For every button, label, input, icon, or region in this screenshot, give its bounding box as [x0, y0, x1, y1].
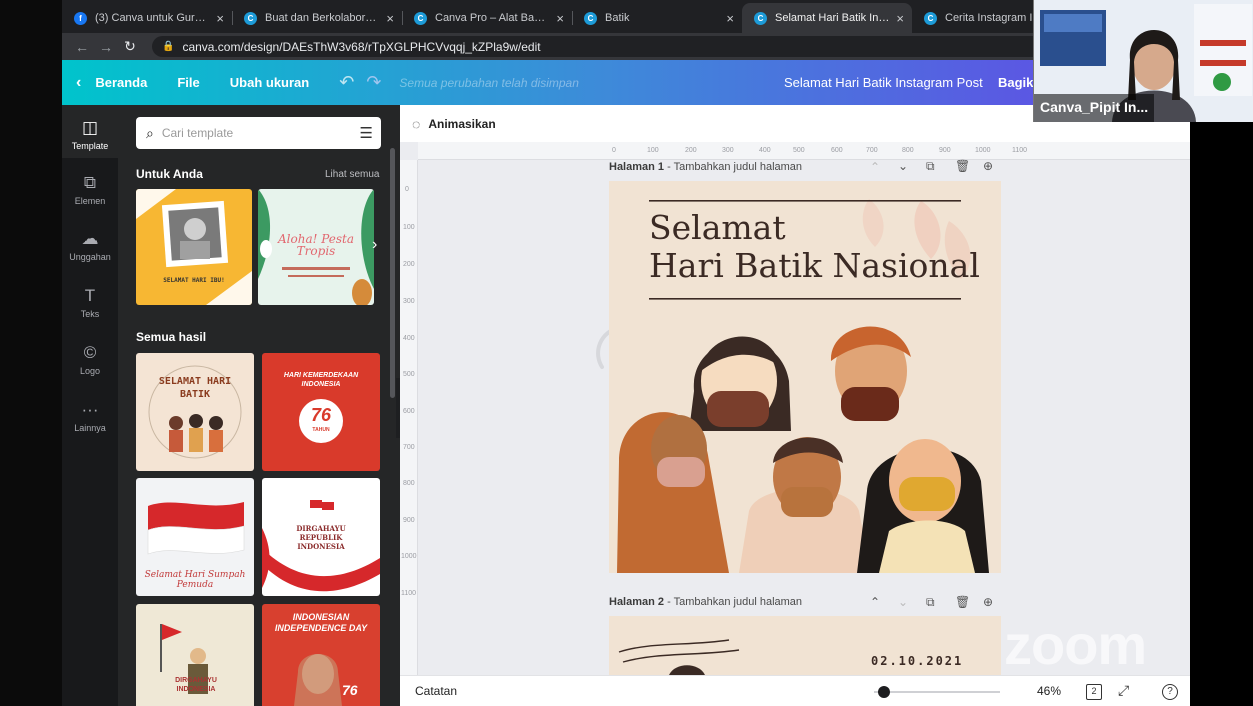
close-icon[interactable]: × — [896, 11, 904, 26]
chevron-left-icon[interactable]: ‹ — [76, 74, 81, 92]
chevron-down-icon[interactable]: ⌄ — [898, 595, 908, 609]
url-field[interactable]: 🔒 canva.com/design/DAEsThW3v68/rTpXGLPHC… — [152, 36, 1052, 57]
section-title-all-results: Semua hasil — [136, 330, 207, 344]
facebook-icon: f — [74, 11, 87, 25]
design-page-2[interactable]: 02.10.2021 — [609, 616, 1001, 675]
template-panel: ⌕ ☰ Untuk Anda Lihat semua SELAMAT HARI … — [118, 105, 400, 706]
forward-arrow-icon[interactable]: → — [94, 39, 118, 55]
vertical-ruler: 0 100 200 300 400 500 600 700 800 900 10… — [400, 160, 418, 675]
lock-icon: 🔒 — [162, 41, 175, 52]
zoom-level[interactable]: 46% — [1037, 684, 1061, 698]
right-black-strip — [1190, 105, 1253, 706]
rail-item-uploads[interactable]: ☁ Unggahan — [62, 229, 118, 262]
animate-icon: ◌ — [412, 115, 421, 132]
resize-button[interactable]: Ubah ukuran — [222, 69, 317, 96]
rail-item-more[interactable]: ··· Lainnya — [62, 400, 118, 433]
template-thumbnail[interactable]: INDONESIAN INDEPENDENCE DAY 76 — [262, 604, 380, 706]
browser-tab-active[interactable]: CSelamat Hari Batik Instagra× — [742, 3, 912, 33]
rail-item-logo[interactable]: © Logo — [62, 343, 118, 376]
search-icon: ⌕ — [146, 124, 154, 141]
notes-button[interactable]: Catatan — [415, 684, 457, 698]
see-all-link[interactable]: Lihat semua — [325, 169, 379, 180]
home-button[interactable]: Beranda — [87, 69, 155, 96]
webcam-overlay: Canva_Pipit In... — [1033, 0, 1253, 122]
back-arrow-icon[interactable]: ← — [70, 39, 94, 55]
duplicate-page-icon[interactable]: ⧉ — [926, 595, 935, 610]
save-status: Semua perubahan telah disimpan — [399, 75, 579, 90]
browser-tab[interactable]: f(3) Canva untuk Guru Indo× — [62, 3, 232, 33]
page-2-label[interactable]: Halaman 2 - Tambahkan judul halaman — [609, 596, 802, 608]
page-1-label[interactable]: Halaman 1 - Tambahkan judul halaman — [609, 161, 802, 173]
redo-icon[interactable]: ↷ — [366, 72, 381, 93]
add-page-icon[interactable]: ⊕ — [983, 159, 993, 173]
canva-icon: C — [754, 11, 767, 25]
add-page-icon[interactable]: ⊕ — [983, 595, 993, 609]
chevron-right-icon[interactable]: › — [372, 236, 377, 254]
horizontal-ruler: 0 100 200 300 400 500 600 700 800 900 10… — [418, 142, 1190, 160]
canva-icon: C — [244, 11, 257, 25]
logo-icon: © — [83, 343, 97, 362]
template-thumbnail[interactable]: DIRGAHAYU REPUBLIK INDONESIA — [262, 478, 380, 596]
search-input[interactable] — [161, 126, 332, 140]
page-count-button[interactable]: 2 — [1086, 684, 1102, 700]
browser-tab[interactable]: CCanva Pro – Alat Bantu Des× — [402, 3, 572, 33]
duplicate-page-icon[interactable]: ⧉ — [926, 159, 935, 174]
text-icon: T — [84, 286, 96, 305]
more-icon: ··· — [81, 400, 99, 419]
chevron-down-icon[interactable]: ⌄ — [898, 159, 908, 173]
undo-icon[interactable]: ↶ — [339, 72, 354, 93]
section-title-for-you: Untuk Anda — [136, 167, 203, 181]
zoom-slider[interactable] — [874, 691, 1000, 693]
template-search[interactable]: ⌕ ☰ — [136, 117, 381, 149]
close-icon[interactable]: × — [556, 11, 564, 26]
delete-page-icon[interactable]: 🗑 — [955, 595, 970, 609]
close-icon[interactable]: × — [386, 11, 394, 26]
reload-icon[interactable]: ↻ — [118, 38, 142, 55]
rail-item-template[interactable]: ◫ Template — [62, 105, 118, 158]
participant-name: Canva_Pipit In... — [1034, 94, 1155, 122]
file-menu-button[interactable]: File — [169, 69, 207, 96]
design-title[interactable]: Selamat Hari Batik Nasional — [649, 209, 980, 285]
chevron-up-icon[interactable]: ⌃ — [870, 595, 880, 609]
template-thumbnail[interactable]: HARI KEMERDEKAAN INDONESIA 76 TAHUN — [262, 353, 380, 471]
delete-page-icon[interactable]: 🗑 — [955, 159, 970, 173]
rail-item-text[interactable]: T Teks — [62, 286, 118, 319]
upload-icon: ☁ — [81, 229, 99, 248]
panel-scrollbar[interactable] — [390, 148, 395, 398]
editor-bottom-bar: Catatan 46% 2 ⤢ ? — [400, 675, 1190, 706]
url-text: canva.com/design/DAEsThW3v68/rTpXGLPHCVv… — [182, 39, 541, 54]
template-thumbnail[interactable]: SELAMAT HARI BATIK — [136, 353, 254, 471]
chevron-up-icon[interactable]: ⌃ — [870, 160, 880, 174]
template-thumbnail[interactable]: Aloha! Pesta Tropis — [258, 189, 374, 305]
design-page-1[interactable]: Selamat Hari Batik Nasional — [609, 181, 1001, 573]
template-thumbnail[interactable]: Selamat Hari Sumpah Pemuda — [136, 478, 254, 596]
elements-icon: ⧉ — [83, 173, 97, 192]
fullscreen-icon[interactable]: ⤢ — [1118, 682, 1129, 699]
side-rail: ◫ Template ⧉ Elemen ☁ Unggahan T Teks © … — [62, 105, 118, 706]
mothers-day-art — [136, 189, 252, 305]
close-icon[interactable]: × — [726, 11, 734, 26]
template-icon: ◫ — [81, 118, 99, 137]
zoom-watermark: zoom — [1004, 613, 1147, 676]
zoom-slider-handle[interactable] — [878, 686, 890, 698]
document-title[interactable]: Selamat Hari Batik Instagram Post — [784, 75, 983, 90]
template-thumbnail[interactable]: SELAMAT HARI IBU! — [136, 189, 252, 305]
close-icon[interactable]: × — [216, 11, 224, 26]
batik-kids-art — [148, 365, 242, 459]
filter-icon[interactable]: ☰ — [360, 124, 373, 142]
woman-portrait-art — [294, 654, 342, 706]
template-thumbnail[interactable]: DIRGAHAYU INDONESIA — [136, 604, 254, 706]
help-icon[interactable]: ? — [1162, 684, 1178, 700]
canva-icon: C — [924, 11, 937, 25]
browser-tab[interactable]: C Batik × — [572, 3, 742, 33]
animate-button[interactable]: Animasikan — [428, 117, 495, 131]
rail-item-elements[interactable]: ⧉ Elemen — [62, 173, 118, 206]
screen-root: f(3) Canva untuk Guru Indo× CBuat dan Be… — [0, 0, 1253, 706]
canva-icon: C — [584, 11, 597, 25]
canva-icon: C — [414, 11, 427, 25]
browser-tab[interactable]: CBuat dan Berkolaborasi | C× — [232, 3, 402, 33]
